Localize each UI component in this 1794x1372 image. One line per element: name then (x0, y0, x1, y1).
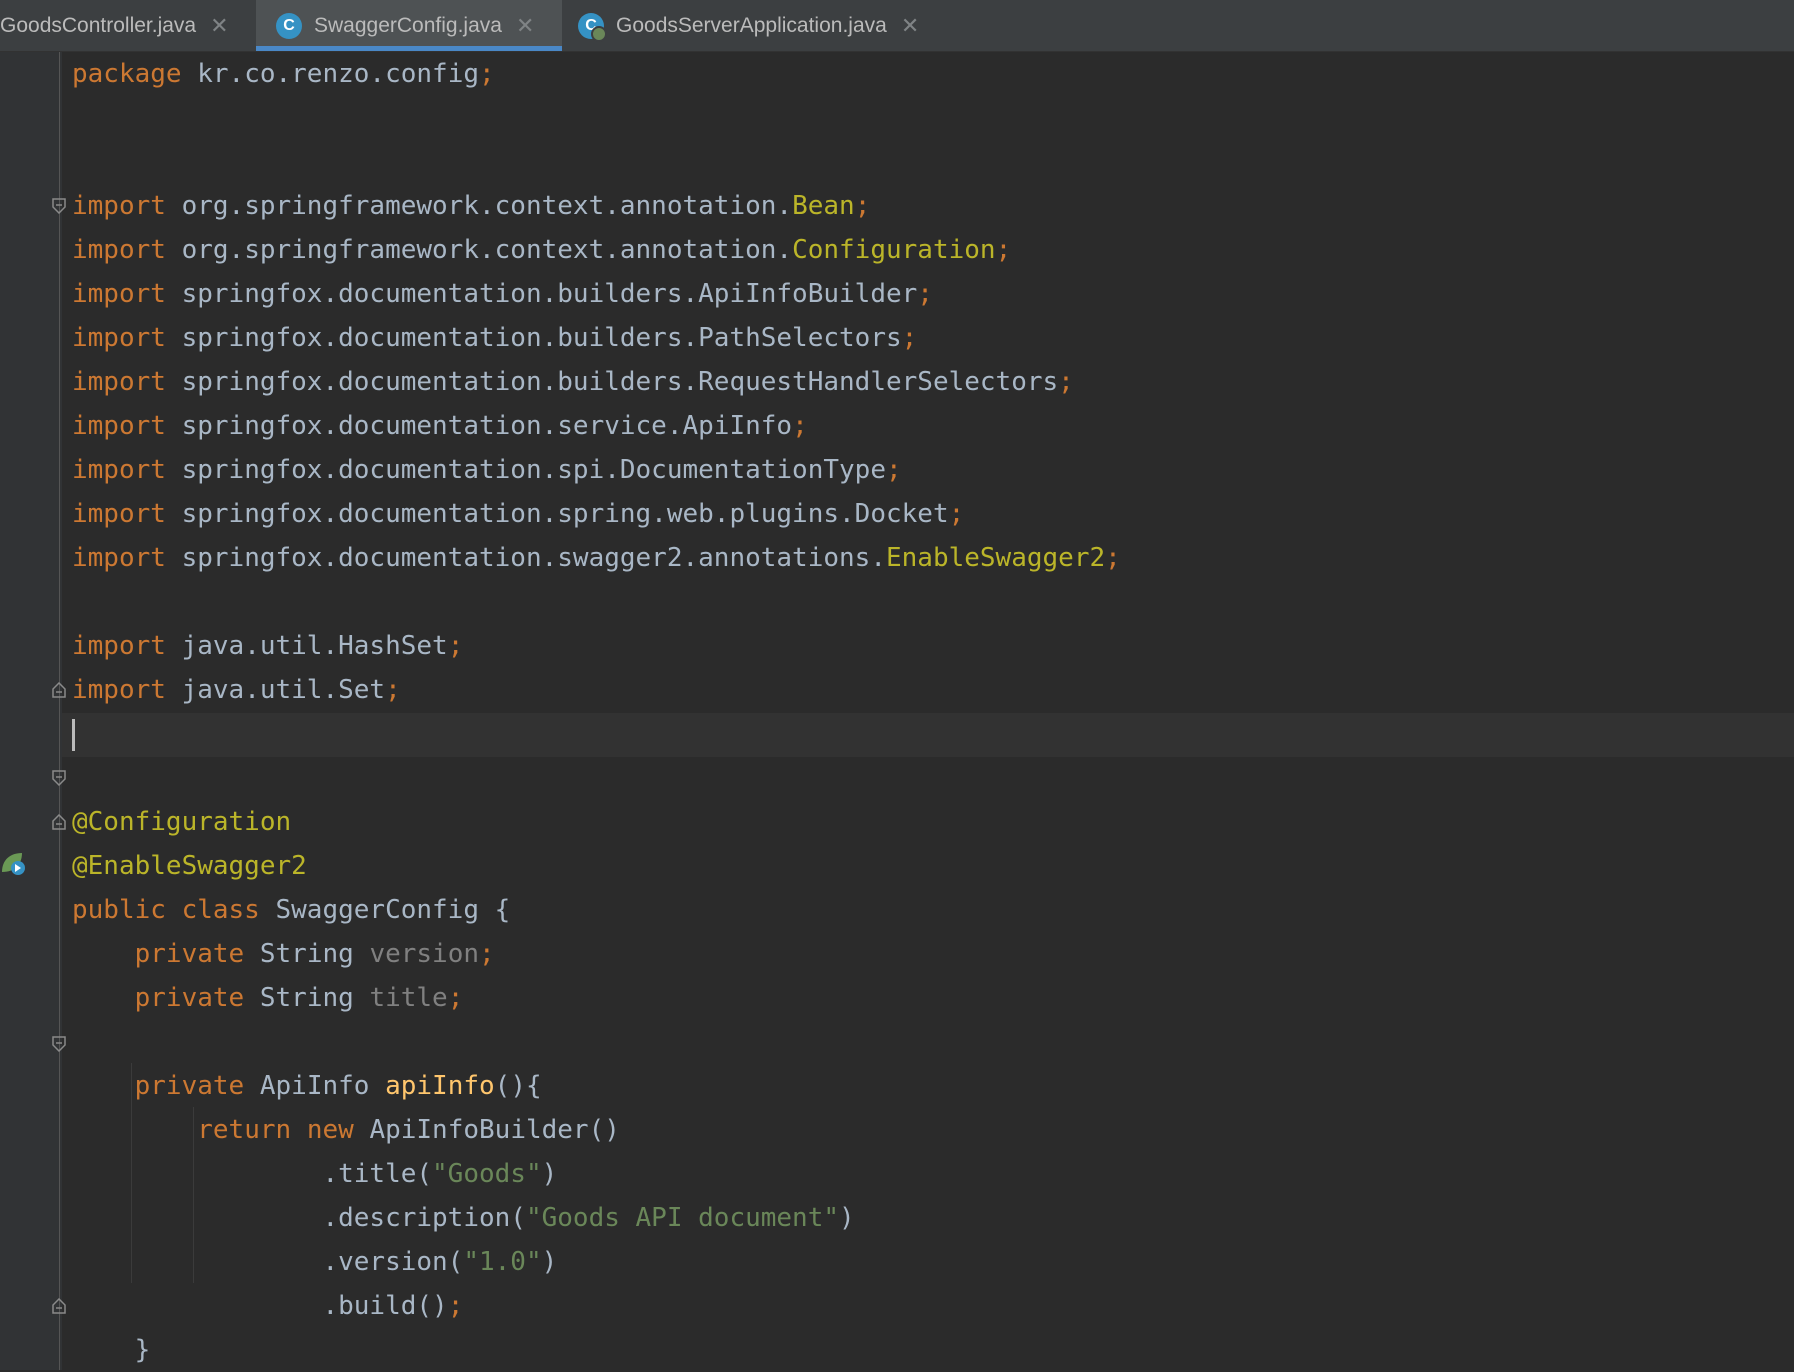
string-literal: "Goods API document" (525, 1203, 840, 1233)
code-line: return new ApiInfoBuilder() (197, 1115, 620, 1145)
method-call: .version( (322, 1247, 464, 1277)
code-line: .description("Goods API document") (322, 1203, 855, 1233)
code-line: import springfox.documentation.builders.… (72, 367, 1074, 397)
import-annotation-class: EnableSwagger2 (885, 543, 1106, 573)
close-icon[interactable]: ✕ (210, 13, 228, 39)
method-call: .description( (322, 1203, 526, 1233)
keyword: import (72, 543, 166, 573)
unused-field: version (369, 939, 480, 969)
keyword: private (134, 1071, 245, 1101)
code-line: @Configuration (72, 800, 291, 844)
code-line: import springfox.documentation.swagger2.… (72, 543, 1121, 573)
keyword: private (134, 939, 245, 969)
keyword: import (72, 235, 166, 265)
import-annotation-class: Configuration (792, 235, 996, 265)
keyword: public class (72, 895, 260, 925)
method-call: .build() (322, 1291, 448, 1321)
keyword: new (306, 1115, 354, 1145)
tab-label: GoodsController.java (0, 13, 197, 37)
keyword: import (72, 631, 166, 661)
keyword: import (72, 279, 166, 309)
code-line: import springfox.documentation.service.A… (72, 411, 808, 441)
class-name: SwaggerConfig (275, 895, 480, 925)
import-annotation-class: Bean (792, 191, 855, 221)
keyword: import (72, 367, 166, 397)
keyword: import (72, 191, 166, 221)
code-line: import springfox.documentation.spi.Docum… (72, 455, 902, 485)
import-path: org.springframework.context.annotation. (181, 191, 793, 221)
code-line: import springfox.documentation.builders.… (72, 323, 918, 353)
import-path: springfox.documentation.spi.Documentatio… (181, 455, 886, 485)
code-line: import springfox.documentation.builders.… (72, 279, 933, 309)
close-icon[interactable]: ✕ (516, 13, 534, 39)
code-line: private String version; (134, 939, 495, 969)
code-line: } (72, 1335, 151, 1365)
tab-label: GoodsServerApplication.java (616, 13, 887, 37)
class-c-icon: C (276, 12, 302, 39)
import-path: springfox.documentation.swagger2.annotat… (181, 543, 886, 573)
import-path: springfox.documentation.builders.ApiInfo… (181, 279, 918, 309)
tab-goods-server-application[interactable]: C GoodsServerApplication.java ✕ (578, 0, 958, 51)
type-name: ApiInfo (259, 1071, 370, 1101)
type-name: String (259, 983, 354, 1013)
code-line: private String title; (134, 983, 464, 1013)
keyword: import (72, 675, 166, 705)
editor-tab-bar: GoodsController.java ✕ C SwaggerConfig.j… (0, 0, 1794, 52)
keyword: private (134, 983, 245, 1013)
import-path: java.util.Set (181, 675, 386, 705)
code-line: .build(); (322, 1291, 464, 1321)
method-name: apiInfo (385, 1071, 495, 1101)
method-call: .title( (322, 1159, 433, 1189)
keyword: package (72, 59, 182, 89)
keyword: import (72, 323, 166, 353)
keyword: import (72, 499, 166, 529)
import-path: springfox.documentation.service.ApiInfo (181, 411, 793, 441)
code-line: @EnableSwagger2 (72, 844, 307, 888)
keyword: import (72, 455, 166, 485)
tab-swagger-config[interactable]: C SwaggerConfig.java ✕ (256, 0, 562, 51)
code-line: import springfox.documentation.spring.we… (72, 499, 965, 529)
code-editor[interactable]: package kr.co.renzo.config; import org.s… (0, 52, 1794, 1370)
code-line: .title("Goods") (322, 1159, 558, 1189)
keyword: return (197, 1115, 292, 1145)
annotation: @EnableSwagger2 (72, 851, 307, 881)
spring-app-icon: C (578, 12, 607, 42)
code-line: import java.util.Set; (72, 675, 401, 705)
import-path: java.util.HashSet (181, 631, 448, 661)
close-icon[interactable]: ✕ (901, 13, 919, 39)
import-path: springfox.documentation.spring.web.plugi… (181, 499, 949, 529)
import-path: springfox.documentation.builders.PathSel… (181, 323, 902, 353)
import-path: org.springframework.context.annotation. (181, 235, 793, 265)
tab-label: SwaggerConfig.java (314, 13, 502, 37)
code-line: package kr.co.renzo.config; (72, 59, 495, 89)
code-line: import java.util.HashSet; (72, 631, 464, 661)
unused-field: title (369, 983, 448, 1013)
string-literal: "Goods" (432, 1159, 542, 1189)
type-name: ApiInfoBuilder (369, 1115, 589, 1145)
tab-goods-controller[interactable]: GoodsController.java ✕ (0, 0, 256, 51)
type-name: String (259, 939, 354, 969)
code-line: private ApiInfo apiInfo(){ (134, 1071, 542, 1101)
code-line: .version("1.0") (322, 1247, 558, 1277)
code-line: import org.springframework.context.annot… (72, 191, 871, 221)
code-line: public class SwaggerConfig { (72, 895, 511, 925)
annotation: @Configuration (72, 807, 292, 837)
import-path: springfox.documentation.builders.Request… (181, 367, 1059, 397)
package-name: kr.co.renzo.config (197, 59, 479, 89)
keyword: import (72, 411, 166, 441)
string-literal: "1.0" (463, 1247, 542, 1277)
code-line: import org.springframework.context.annot… (72, 235, 1012, 265)
